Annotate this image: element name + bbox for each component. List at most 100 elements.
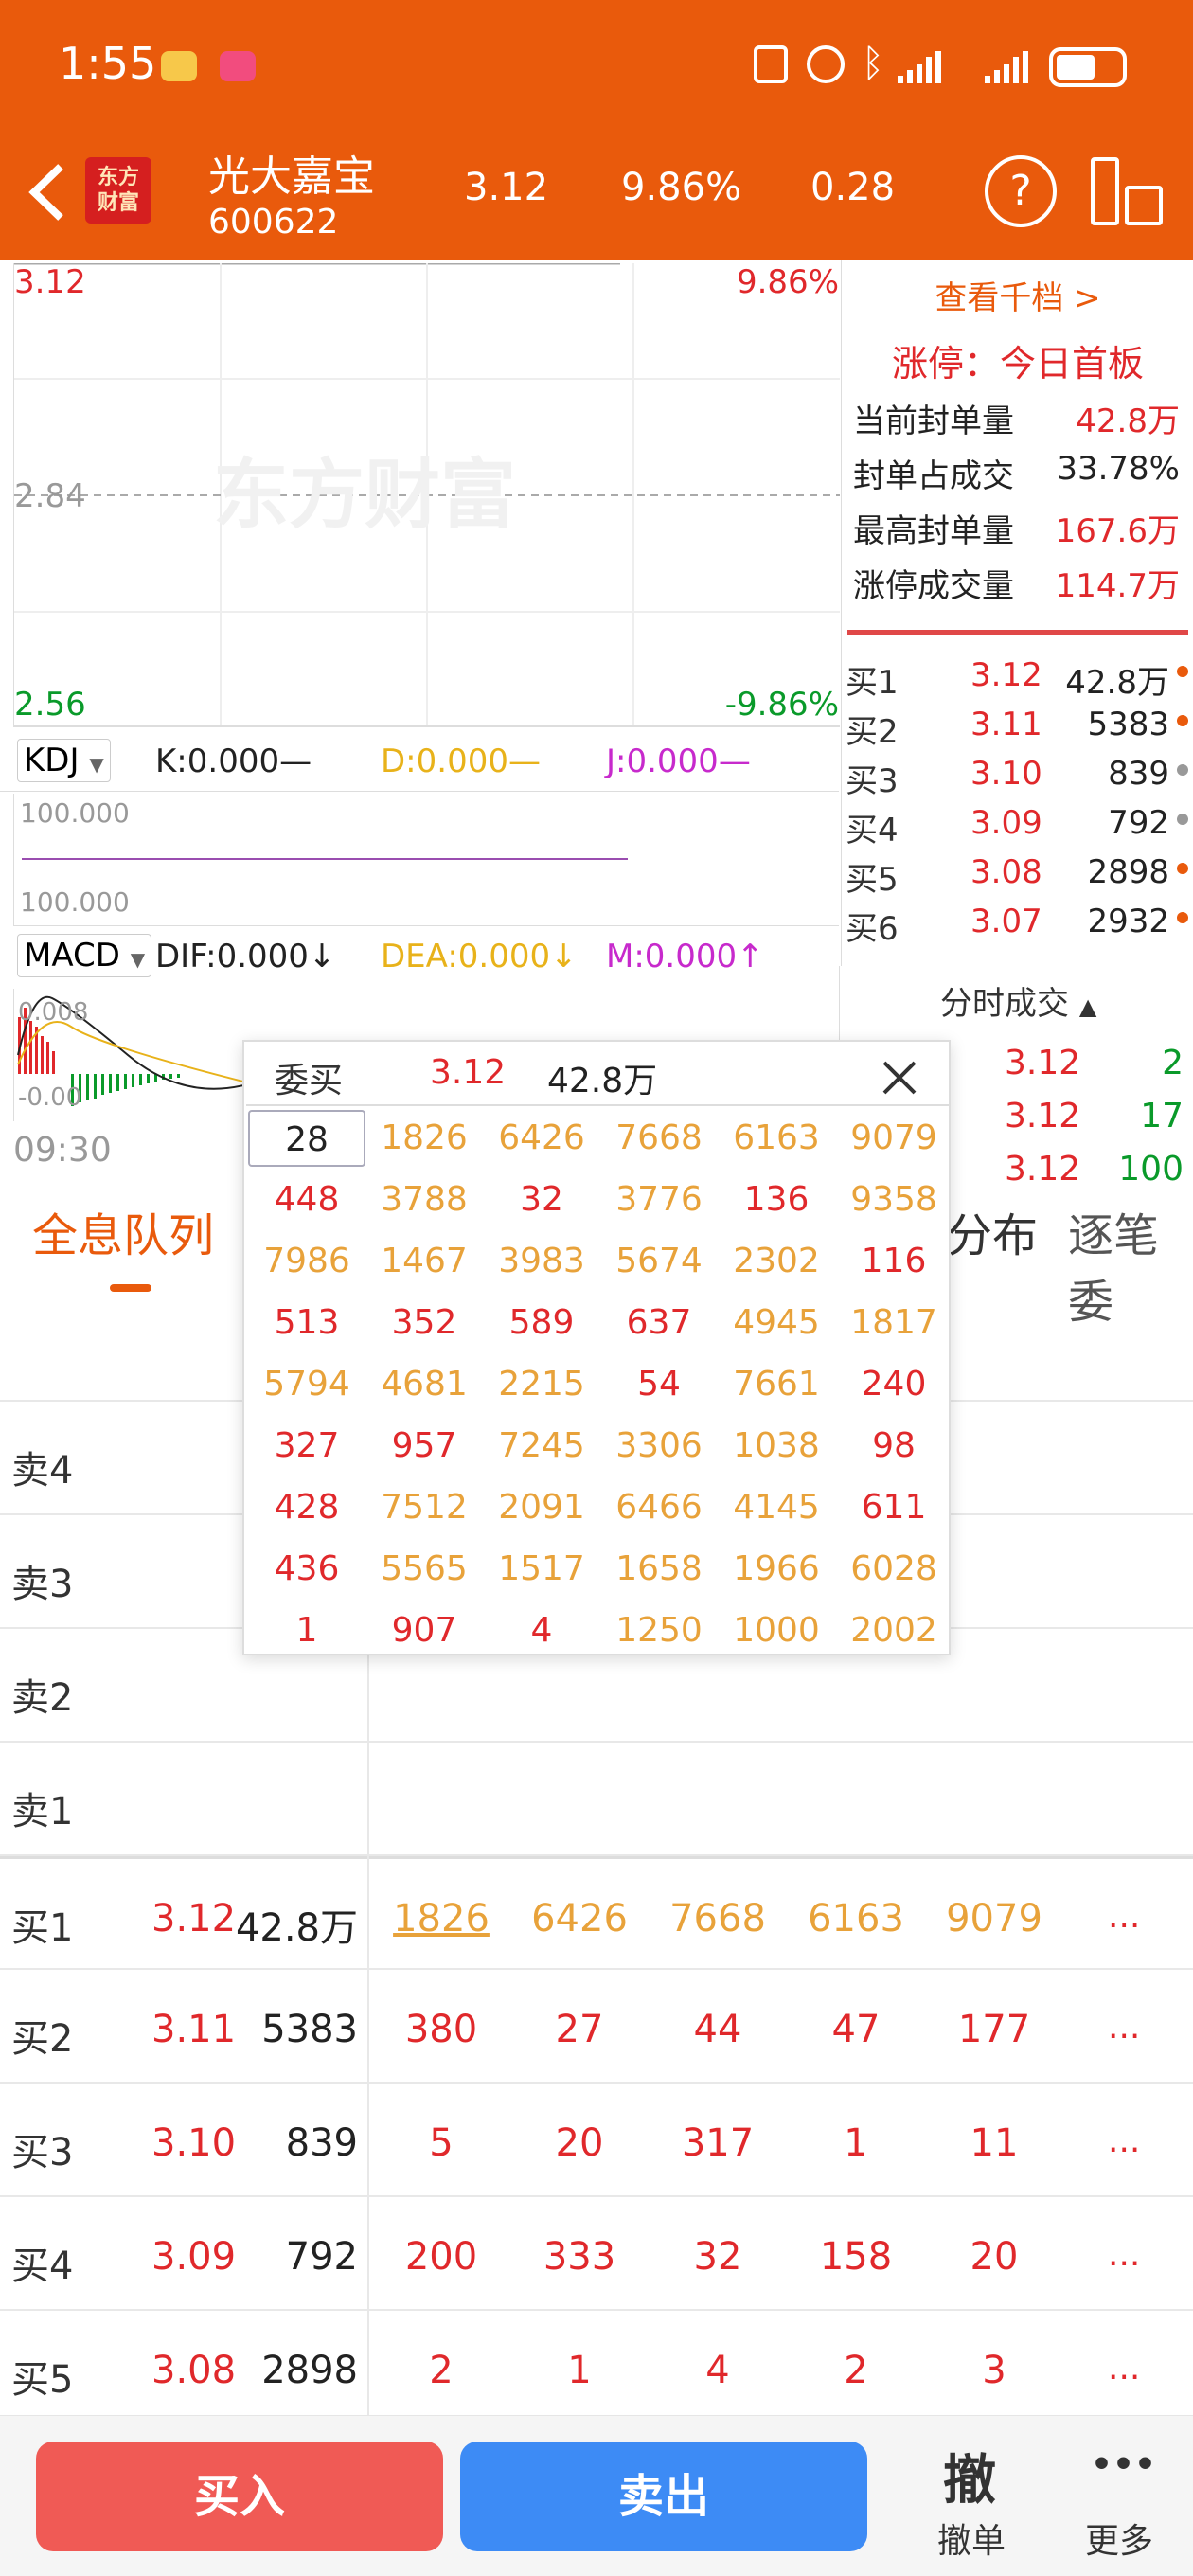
- macd-select[interactable]: MACD ▼: [17, 934, 152, 977]
- popup-order-size[interactable]: 513: [248, 1295, 365, 1351]
- more-button[interactable]: 更多: [1085, 2513, 1153, 2563]
- queue-order-size[interactable]: 4: [651, 2349, 784, 2392]
- queue-order-size[interactable]: 9079: [928, 1897, 1060, 1941]
- popup-order-size[interactable]: 6426: [483, 1110, 600, 1167]
- popup-order-size[interactable]: 240: [835, 1356, 953, 1413]
- queue-order-size[interactable]: 158: [790, 2235, 922, 2279]
- popup-order-size[interactable]: 448: [248, 1172, 365, 1228]
- queue-order-size[interactable]: 380: [375, 2008, 507, 2051]
- queue-order-size[interactable]: 11: [928, 2121, 1060, 2165]
- popup-order-size[interactable]: 136: [718, 1172, 835, 1228]
- popup-order-size[interactable]: 1038: [718, 1418, 835, 1475]
- popup-order-size[interactable]: 7986: [248, 1233, 365, 1290]
- queue-buy-row[interactable]: 买3 3.10 839 5 20 317 1 11...: [0, 2084, 1193, 2197]
- queue-order-size[interactable]: 1: [513, 2349, 646, 2392]
- queue-order-size[interactable]: 27: [513, 2008, 646, 2051]
- popup-order-size[interactable]: 352: [365, 1295, 483, 1351]
- queue-row-more[interactable]: ...: [1108, 2235, 1140, 2274]
- queue-buy-row[interactable]: 买5 3.08 2898 2 1 4 2 3...: [0, 2311, 1193, 2424]
- queue-order-size[interactable]: 1826: [375, 1897, 507, 1941]
- order-row-1[interactable]: 买1 3.12 42.8万: [842, 651, 1193, 702]
- popup-order-size[interactable]: 1658: [600, 1541, 718, 1598]
- queue-order-size[interactable]: 2: [790, 2349, 922, 2392]
- queue-order-size[interactable]: 2: [375, 2349, 507, 2392]
- popup-order-size[interactable]: 1966: [718, 1541, 835, 1598]
- popup-order-size[interactable]: 7668: [600, 1110, 718, 1167]
- buy-button[interactable]: 买入: [36, 2442, 443, 2551]
- queue-buy-row[interactable]: 买4 3.09 792 200 333 32 158 20...: [0, 2197, 1193, 2311]
- order-row-4[interactable]: 买4 3.09 792: [842, 798, 1193, 850]
- back-icon[interactable]: [23, 159, 66, 225]
- tab-full-queue[interactable]: 全息队列: [32, 1198, 214, 1264]
- popup-order-size[interactable]: 1826: [365, 1110, 483, 1167]
- popup-order-size[interactable]: 4945: [718, 1295, 835, 1351]
- queue-row-more[interactable]: ...: [1108, 2008, 1140, 2047]
- sell-button[interactable]: 卖出: [460, 2442, 867, 2551]
- cancel-order-button[interactable]: 撤单: [937, 2513, 1006, 2563]
- more-icon[interactable]: •••: [1091, 2445, 1156, 2484]
- queue-order-size[interactable]: 6426: [513, 1897, 646, 1941]
- popup-order-size[interactable]: 6028: [835, 1541, 953, 1598]
- order-row-3[interactable]: 买3 3.10 839: [842, 749, 1193, 800]
- popup-order-size[interactable]: 4145: [718, 1479, 835, 1536]
- popup-order-size[interactable]: 7661: [718, 1356, 835, 1413]
- popup-order-size[interactable]: 32: [483, 1172, 600, 1228]
- view-thousand-depth-link[interactable]: 查看千档 >: [842, 272, 1193, 318]
- popup-order-size[interactable]: 28: [248, 1110, 365, 1167]
- queue-order-size[interactable]: 44: [651, 2008, 784, 2051]
- queue-order-size[interactable]: 7668: [651, 1897, 784, 1941]
- queue-order-size[interactable]: 1: [790, 2121, 922, 2165]
- order-row-5[interactable]: 买5 3.08 2898: [842, 848, 1193, 899]
- popup-order-size[interactable]: 1250: [600, 1602, 718, 1659]
- queue-order-size[interactable]: 6163: [790, 1897, 922, 1941]
- popup-order-size[interactable]: 1467: [365, 1233, 483, 1290]
- close-icon[interactable]: [881, 1059, 918, 1097]
- popup-order-size[interactable]: 327: [248, 1418, 365, 1475]
- popup-order-size[interactable]: 637: [600, 1295, 718, 1351]
- popup-order-size[interactable]: 5674: [600, 1233, 718, 1290]
- popup-order-size[interactable]: 2302: [718, 1233, 835, 1290]
- queue-order-size[interactable]: 333: [513, 2235, 646, 2279]
- popup-order-size[interactable]: 1: [248, 1602, 365, 1659]
- popup-order-size[interactable]: 7245: [483, 1418, 600, 1475]
- popup-order-size[interactable]: 9079: [835, 1110, 953, 1167]
- popup-order-size[interactable]: 1817: [835, 1295, 953, 1351]
- queue-order-size[interactable]: 3: [928, 2349, 1060, 2392]
- popup-order-size[interactable]: 7512: [365, 1479, 483, 1536]
- queue-order-size[interactable]: 317: [651, 2121, 784, 2165]
- order-row-6[interactable]: 买6 3.07 2932: [842, 897, 1193, 948]
- intraday-chart[interactable]: 东方财富 3.12 9.86% 2.84 2.56 -9.86%: [13, 263, 840, 727]
- popup-order-size[interactable]: 1517: [483, 1541, 600, 1598]
- help-icon[interactable]: ?: [985, 155, 1057, 227]
- popup-order-size[interactable]: 1000: [718, 1602, 835, 1659]
- popup-order-size[interactable]: 589: [483, 1295, 600, 1351]
- popup-order-size[interactable]: 428: [248, 1479, 365, 1536]
- popup-order-size[interactable]: 4: [483, 1602, 600, 1659]
- popup-order-size[interactable]: 3776: [600, 1172, 718, 1228]
- popup-order-size[interactable]: 3306: [600, 1418, 718, 1475]
- queue-buy-row[interactable]: 买1 3.12 42.8万 1826 6426 7668 6163 9079...: [0, 1856, 1193, 1970]
- queue-row-more[interactable]: ...: [1108, 2121, 1140, 2160]
- popup-order-size[interactable]: 5794: [248, 1356, 365, 1413]
- popup-order-size[interactable]: 957: [365, 1418, 483, 1475]
- queue-order-size[interactable]: 5: [375, 2121, 507, 2165]
- popup-order-size[interactable]: 6466: [600, 1479, 718, 1536]
- queue-row-more[interactable]: ...: [1108, 1897, 1140, 1936]
- queue-order-size[interactable]: 20: [928, 2235, 1060, 2279]
- cancel-icon[interactable]: 撤: [943, 2438, 996, 2514]
- popup-order-size[interactable]: 2091: [483, 1479, 600, 1536]
- ticks-title[interactable]: 分时成交 ▲: [940, 977, 1096, 1024]
- popup-order-size[interactable]: 2215: [483, 1356, 600, 1413]
- popup-order-size[interactable]: 3788: [365, 1172, 483, 1228]
- kdj-select[interactable]: KDJ ▼: [17, 739, 111, 782]
- queue-sell-row[interactable]: 卖1: [0, 1743, 1193, 1856]
- tab-distribution[interactable]: 分布: [947, 1198, 1038, 1264]
- popup-order-size[interactable]: 4681: [365, 1356, 483, 1413]
- popup-order-size[interactable]: 436: [248, 1541, 365, 1598]
- queue-order-size[interactable]: 177: [928, 2008, 1060, 2051]
- landscape-icon[interactable]: [1091, 157, 1163, 225]
- popup-order-size[interactable]: 6163: [718, 1110, 835, 1167]
- popup-order-size[interactable]: 3983: [483, 1233, 600, 1290]
- popup-order-size[interactable]: 54: [600, 1356, 718, 1413]
- popup-order-size[interactable]: 2002: [835, 1602, 953, 1659]
